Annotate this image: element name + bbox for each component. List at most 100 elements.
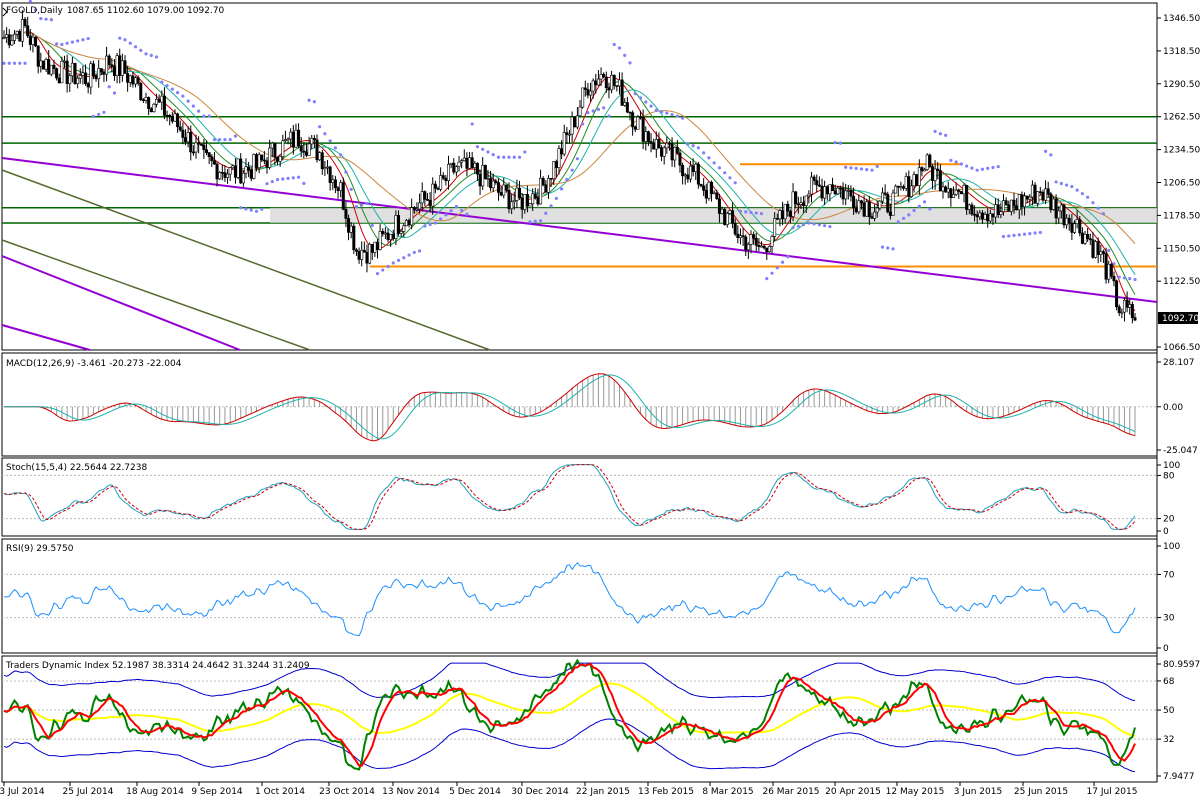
sar-dot xyxy=(991,165,995,170)
candle-body xyxy=(565,132,569,135)
candle-body xyxy=(728,210,732,214)
candle-body xyxy=(294,129,298,148)
candle-body xyxy=(967,204,971,210)
candle-body xyxy=(107,55,111,66)
sar-dot xyxy=(554,196,558,200)
sar-dot xyxy=(133,45,138,49)
candle-body xyxy=(633,126,637,130)
sar-dot xyxy=(412,250,416,255)
price-tick-label: 1206.50 xyxy=(1163,179,1200,189)
sar-dot xyxy=(223,138,227,142)
sar-dot xyxy=(975,168,979,172)
candle-body xyxy=(134,77,138,85)
sar-dot xyxy=(638,96,643,100)
candle-body xyxy=(639,116,643,119)
candle-body xyxy=(162,95,166,116)
date-tick-label: 3 Jun 2015 xyxy=(954,787,1002,797)
candle-body xyxy=(344,209,348,219)
sar-dot xyxy=(523,150,527,154)
candle-body xyxy=(944,186,948,193)
candle-body xyxy=(612,74,616,86)
sar-dot xyxy=(675,114,679,118)
tdi-tick-label: 80.9597 xyxy=(1163,660,1200,670)
candle-body xyxy=(1117,306,1121,314)
sar-dot xyxy=(496,155,501,159)
candle-body xyxy=(52,64,56,69)
sar-dot xyxy=(281,177,285,181)
candle-body xyxy=(973,213,977,216)
sar-dot xyxy=(1117,275,1121,279)
sar-dot xyxy=(859,167,864,171)
sar-dot xyxy=(107,85,111,89)
sar-dot xyxy=(97,112,101,116)
candle-body xyxy=(523,194,527,210)
candle-body xyxy=(904,176,908,189)
sar-dot xyxy=(1012,233,1016,237)
candle-body xyxy=(491,180,495,189)
candle-body xyxy=(896,185,900,188)
price-tick-label: 1318.50 xyxy=(1163,47,1200,57)
candle-body xyxy=(804,195,808,206)
candle-body xyxy=(946,188,950,193)
candle-body xyxy=(191,151,195,154)
candle-body xyxy=(333,179,337,189)
candle-body xyxy=(81,72,85,76)
date-tick-label: 9 Sep 2014 xyxy=(191,787,243,797)
candle-body xyxy=(91,63,95,76)
candle-body xyxy=(299,145,303,152)
candle-body xyxy=(1130,304,1134,318)
candle-body xyxy=(397,215,401,234)
candle-body xyxy=(533,193,537,199)
trading-chart[interactable]: FGOLD,Daily 1087.65 1102.60 1079.00 1092.… xyxy=(0,0,1200,800)
candle-body xyxy=(1051,198,1055,210)
tdi-tick-label: 50 xyxy=(1163,706,1175,716)
candle-body xyxy=(181,129,185,138)
candle-body xyxy=(891,192,895,216)
sar-dot xyxy=(870,168,874,172)
candle-body xyxy=(18,31,22,42)
candle-body xyxy=(888,211,892,216)
candle-body xyxy=(567,133,571,136)
candle-body xyxy=(870,216,874,219)
candle-body xyxy=(510,201,514,210)
sar-dot xyxy=(659,110,664,114)
candle-body xyxy=(473,162,477,168)
price-tick-label: 1178.50 xyxy=(1163,211,1200,221)
candle-body xyxy=(357,251,361,260)
rsi-tick-label: 30 xyxy=(1163,614,1175,624)
date-tick-label: 1 Oct 2014 xyxy=(255,787,305,797)
sar-dot xyxy=(475,145,480,149)
sar-dot xyxy=(901,216,906,220)
sar-dot xyxy=(91,114,96,119)
sar-dot xyxy=(733,181,737,185)
sar-dot xyxy=(759,212,764,216)
candle-body xyxy=(373,241,377,253)
candle-body xyxy=(349,225,353,233)
sar-dot xyxy=(454,204,458,209)
candle-body xyxy=(854,207,858,213)
sar-dot xyxy=(786,255,790,259)
candle-body xyxy=(68,75,72,84)
candle-body xyxy=(1062,204,1066,226)
sar-dot xyxy=(481,147,485,151)
candle-body xyxy=(165,115,169,117)
sar-dot xyxy=(717,166,722,170)
candle-body xyxy=(94,75,98,80)
candle-body xyxy=(570,116,574,135)
sar-dot xyxy=(938,132,942,136)
sar-dot xyxy=(744,210,748,214)
candle-body xyxy=(1067,217,1071,224)
candle-body xyxy=(557,148,561,168)
sar-dot xyxy=(128,41,132,45)
candle-body xyxy=(365,251,369,264)
sar-dot xyxy=(170,87,174,91)
candle-body xyxy=(115,55,119,76)
candle-body xyxy=(307,143,311,156)
candle-body xyxy=(941,186,945,192)
candle-body xyxy=(531,193,535,205)
sar-dot xyxy=(417,249,422,253)
sar-dot xyxy=(986,166,990,170)
candle-body xyxy=(581,87,585,108)
candle-body xyxy=(583,87,587,90)
candle-body xyxy=(468,157,472,169)
